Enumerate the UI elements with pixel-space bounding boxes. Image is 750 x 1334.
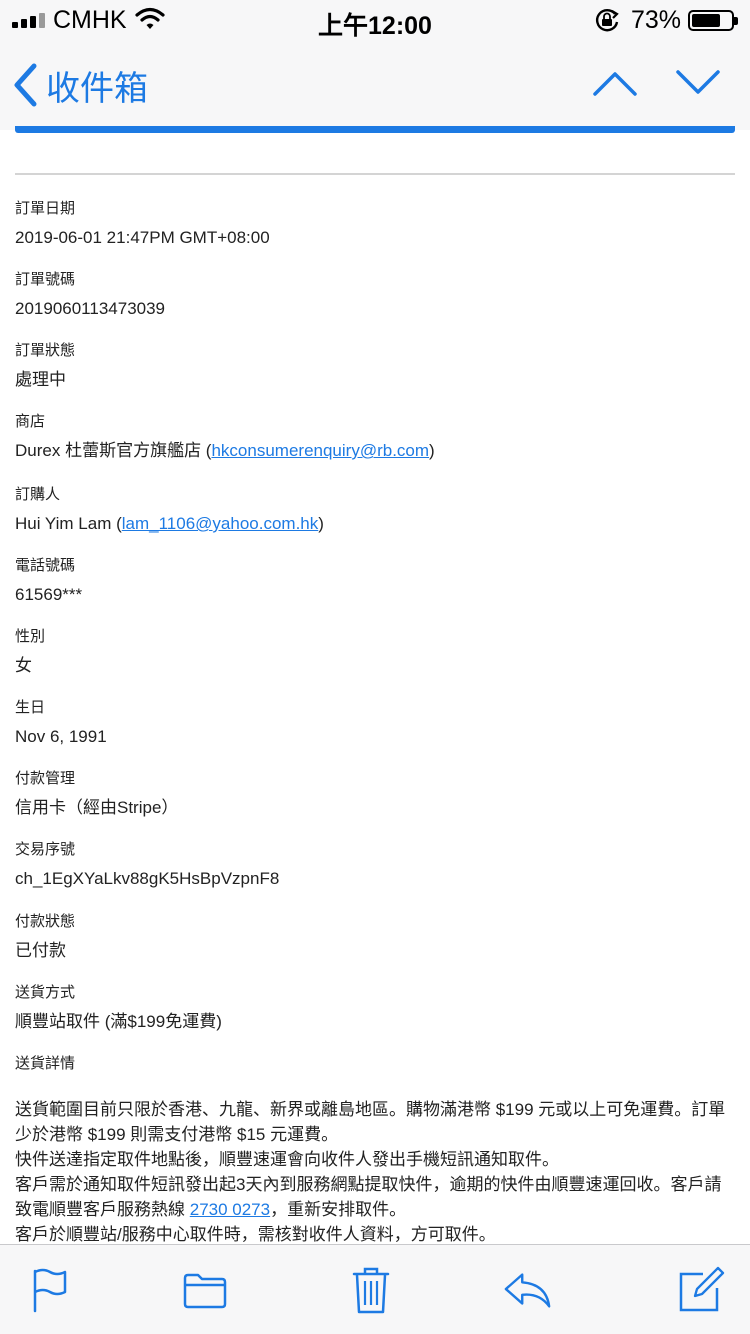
compose-button[interactable] [676,1265,726,1315]
email-body: 訂單日期 2019-06-01 21:47PM GMT+08:00 訂單號碼 2… [0,133,750,1244]
paragraph: 客戶需於通知取件短訊發出起3天內到服務網點提取快件，逾期的快件由順豐速運回收。客… [15,1175,722,1219]
rotation-lock-icon [596,9,619,32]
delete-button[interactable] [346,1265,396,1315]
move-to-folder-button[interactable] [180,1265,230,1315]
store-email-link[interactable]: hkconsumerenquiry@rb.com [211,441,429,460]
reply-icon [504,1273,551,1308]
phone-field: 電話號碼 61569*** [15,556,735,627]
order-date-field: 訂單日期 2019-06-01 21:47PM GMT+08:00 [15,199,735,270]
field-value: 61569*** [15,585,83,604]
field-label: 付款管理 [15,770,76,787]
field-value: 2019-06-01 21:47PM GMT+08:00 [15,228,270,247]
bottom-toolbar [0,1244,750,1334]
field-label: 交易序號 [15,841,76,858]
field-label: 電話號碼 [15,557,76,574]
chevron-left-icon [14,63,37,107]
flag-icon [33,1268,67,1313]
buyer-email-link[interactable]: lam_1106@yahoo.com.hk [122,514,319,533]
field-label: 送貨詳情 [15,1055,76,1072]
field-label: 訂購人 [15,486,61,503]
field-value: 順豐站取件 (滿$199免運費) [15,1012,222,1031]
delivery-details-section: 送貨詳情 送貨範圍目前只限於香港、九龍、新界或離島地區。購物滿港幣 $199 元… [15,1054,735,1244]
transaction-id-field: 交易序號 ch_1EgXYaLkv88gK5HsBpVzpnF8 [15,840,735,912]
chevron-down-icon [676,70,720,94]
previous-message-button[interactable] [590,62,640,102]
buyer-field: 訂購人 Hui Yim Lam (lam_1106@yahoo.com.hk) [15,485,735,556]
field-value: 已付款 [15,941,66,960]
back-button[interactable]: 收件箱 [12,60,148,110]
delivery-details-text: 送貨範圍目前只限於香港、九龍、新界或離島地區。購物滿港幣 $199 元或以上可免… [15,1097,737,1244]
paragraph: 客戶於順豐站/服務中心取件時，需核對收件人資料，方可取件。 [15,1225,496,1244]
field-value: ch_1EgXYaLkv88gK5HsBpVzpnF8 [15,869,280,888]
buyer-name: Hui Yim Lam [15,514,112,533]
email-header-banner-edge [15,126,735,133]
field-value: 處理中 [15,370,66,389]
field-label: 訂單號碼 [15,271,76,288]
field-value: Nov 6, 1991 [15,727,107,746]
field-label: 訂單狀態 [15,342,76,359]
field-label: 付款狀態 [15,913,76,930]
nav-bar: 收件箱 [0,40,750,130]
gender-field: 性別 女 [15,627,735,698]
field-label: 訂單日期 [15,200,76,217]
chevron-up-icon [593,72,637,96]
store-name: Durex 杜蕾斯官方旗艦店 [15,441,202,460]
field-value: 2019060113473039 [15,299,166,318]
field-value: 信用卡（經由Stripe） [15,798,179,817]
field-value: Hui Yim Lam (lam_1106@yahoo.com.hk) [15,514,324,533]
battery-icon [688,10,738,31]
order-number-field: 訂單號碼 2019060113473039 [15,270,735,341]
paragraph: 快件送達指定取件地點後，順豐速運會向收件人發出手機短訊通知取件。 [15,1150,559,1169]
field-label: 性別 [15,628,46,645]
trash-icon [352,1267,390,1314]
payment-method-field: 付款管理 信用卡（經由Stripe） [15,769,735,840]
field-value: Durex 杜蕾斯官方旗艦店 (hkconsumerenquiry@rb.com… [15,441,435,460]
status-bar: CMHK 上午12:00 73% [0,0,750,40]
hotline-phone-link[interactable]: 2730 0273 [190,1200,270,1219]
reply-button[interactable] [503,1265,553,1315]
field-label: 商店 [15,413,46,430]
store-field: 商店 Durex 杜蕾斯官方旗艦店 (hkconsumerenquiry@rb.… [15,412,735,485]
payment-status-field: 付款狀態 已付款 [15,912,735,983]
order-status-field: 訂單狀態 處理中 [15,341,735,412]
field-label: 生日 [15,699,46,716]
paragraph: 送貨範圍目前只限於香港、九龍、新界或離島地區。購物滿港幣 $199 元或以上可免… [15,1100,726,1144]
back-label: 收件箱 [46,69,148,108]
battery-percent: 73% [631,6,682,34]
field-value: 女 [15,656,32,675]
delivery-method-field: 送貨方式 順豐站取件 (滿$199免運費) [15,983,735,1054]
battery-fill [692,14,720,27]
compose-icon [679,1266,725,1312]
birthday-field: 生日 Nov 6, 1991 [15,698,735,769]
divider [15,173,735,175]
flag-button[interactable] [24,1265,74,1315]
folder-icon [183,1273,227,1309]
next-message-button[interactable] [673,62,723,102]
field-label: 送貨方式 [15,984,76,1001]
